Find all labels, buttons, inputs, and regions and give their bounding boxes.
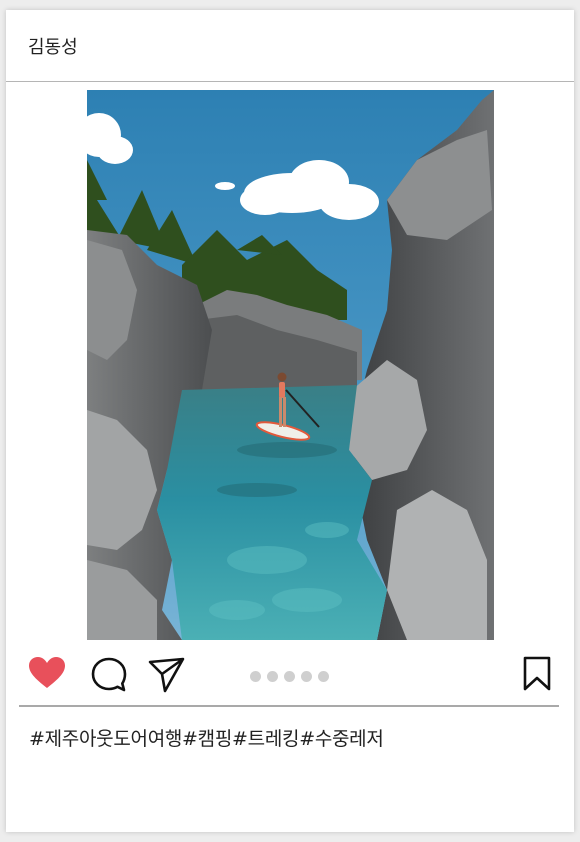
heart-icon[interactable] [28,656,66,694]
carousel-dot[interactable] [301,671,312,682]
username[interactable]: 김동성 [28,33,78,59]
carousel-dot[interactable] [250,671,261,682]
post-caption: #제주아웃도어여행#캠핑#트레킹#수중레저 [29,728,384,750]
post-image[interactable] [87,90,494,640]
speech-bubble-icon[interactable] [90,656,128,698]
carousel-dot[interactable] [318,671,329,682]
carousel-dot[interactable] [267,671,278,682]
post-header: 김동성 [6,10,574,82]
carousel-dot[interactable] [284,671,295,682]
post-image-art [87,90,494,640]
action-bar [6,650,574,706]
bookmark-icon[interactable] [522,656,552,696]
paper-plane-icon[interactable] [148,656,186,698]
carousel-indicator [250,671,329,682]
caption-divider [19,705,559,707]
post-card: 김동성 #제주아웃도어여행#캠핑#트레킹#수중레저 [6,10,574,832]
